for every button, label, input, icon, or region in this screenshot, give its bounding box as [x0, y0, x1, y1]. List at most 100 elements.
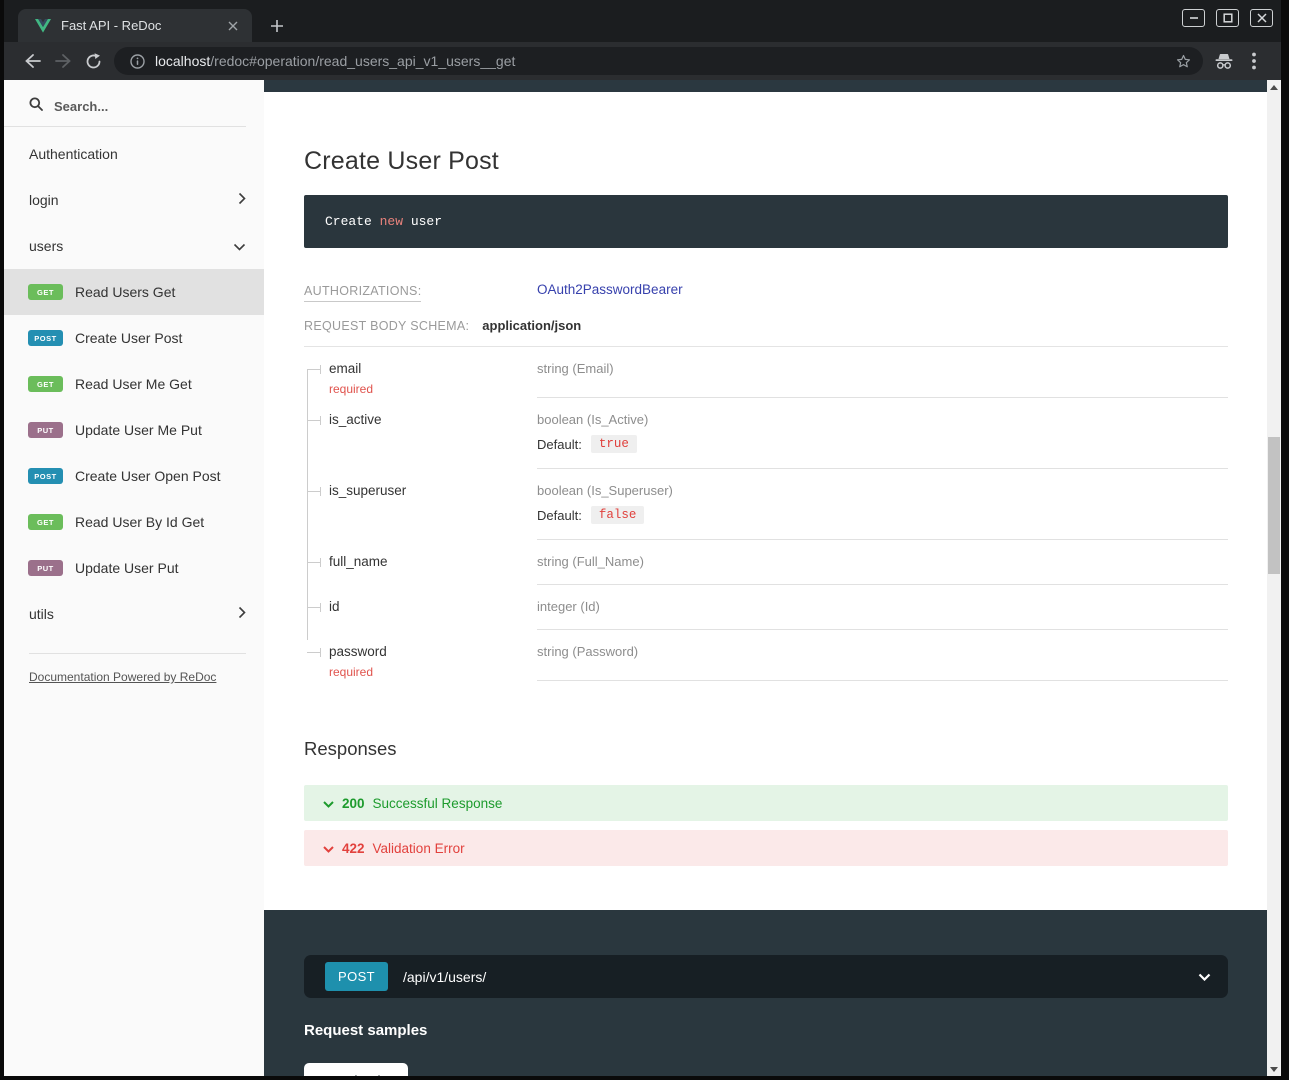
chevron-down-icon: [1198, 973, 1211, 981]
site-info-icon[interactable]: [126, 54, 148, 69]
sidebar-item-read-user-me-get[interactable]: GET Read User Me Get: [4, 361, 264, 407]
page-scrollbar[interactable]: [1267, 80, 1281, 1076]
operation-description-code: Create new user: [304, 195, 1228, 248]
oauth2-link[interactable]: OAuth2PasswordBearer: [537, 282, 1228, 297]
request-samples-title: Request samples: [304, 1022, 1228, 1039]
sidebar-item-label: Update User Put: [75, 560, 179, 576]
tree-branch-icon: [307, 562, 321, 563]
chevron-right-icon: [238, 606, 246, 622]
field-type: string (Full_Name): [537, 553, 1228, 569]
required-flag: required: [329, 381, 537, 398]
tab-close-icon[interactable]: [224, 17, 242, 35]
authorizations-row: AUTHORIZATIONS: OAuth2PasswordBearer: [304, 282, 1228, 302]
field-type: boolean (Is_Superuser): [537, 482, 1228, 498]
previous-section-dark-strip: [264, 80, 1267, 92]
search-icon: [29, 97, 43, 116]
sidebar-item-label: Read User Me Get: [75, 376, 192, 392]
sidebar-item-update-user-put[interactable]: PUT Update User Put: [4, 545, 264, 591]
sidebar-item-label: utils: [29, 606, 54, 622]
sidebar-item-label: Read User By Id Get: [75, 514, 204, 530]
schema-row-password: password required string (Password): [304, 630, 1228, 681]
default-label: Default:: [537, 437, 582, 452]
sidebar-item-label: login: [29, 192, 59, 208]
description-text: user: [403, 214, 442, 229]
tree-branch-icon: [307, 652, 321, 653]
sidebar-item-read-user-by-id-get[interactable]: GET Read User By Id Get: [4, 499, 264, 545]
field-name[interactable]: email required: [304, 360, 537, 398]
authorizations-label: AUTHORIZATIONS:: [304, 284, 421, 302]
method-badge-get: GET: [28, 284, 63, 300]
main-content: Create User Post Create new user AUTHORI…: [264, 80, 1267, 1076]
address-bar[interactable]: localhost/redoc#operation/read_users_api…: [114, 47, 1203, 75]
payload-tab[interactable]: Payload: [304, 1063, 408, 1076]
sidebar-item-users[interactable]: users: [4, 223, 264, 269]
sidebar-item-read-users-get[interactable]: GET Read Users Get: [4, 269, 264, 315]
field-type: string (Password): [537, 643, 1228, 659]
maximize-button[interactable]: [1216, 9, 1239, 27]
sidebar-item-update-user-me-put[interactable]: PUT Update User Me Put: [4, 407, 264, 453]
request-body-schema-row: REQUEST BODY SCHEMA: application/json: [304, 318, 1228, 347]
description-text: Create: [325, 214, 380, 229]
scrollbar-thumb[interactable]: [1268, 437, 1280, 574]
default-value: true: [591, 435, 637, 453]
minimize-button[interactable]: [1182, 9, 1205, 27]
tab-strip: Fast API - ReDoc: [4, 0, 1281, 42]
forward-button[interactable]: [48, 46, 78, 76]
tree-branch-icon: [307, 607, 321, 608]
schema-row-email: email required string (Email): [304, 347, 1228, 398]
reload-button[interactable]: [78, 46, 108, 76]
response-200-row[interactable]: 200 Successful Response: [304, 785, 1228, 821]
url-text: localhost/redoc#operation/read_users_api…: [155, 53, 1169, 69]
response-422-row[interactable]: 422 Validation Error: [304, 830, 1228, 866]
sidebar-item-label: Create User Open Post: [75, 468, 221, 484]
sidebar-item-utils[interactable]: utils: [4, 591, 264, 637]
incognito-icon: [1209, 46, 1239, 76]
sidebar-item-label: users: [29, 238, 63, 254]
browser-window: Fast API - ReDoc: [4, 0, 1281, 1076]
field-name[interactable]: is_superuser: [304, 482, 537, 540]
vue-favicon-icon: [35, 19, 51, 33]
tree-branch-icon: [307, 369, 321, 370]
response-code: 422: [342, 841, 365, 856]
default-label: Default:: [537, 508, 582, 523]
endpoint-path: /api/v1/users/: [403, 969, 1198, 985]
method-badge-post: POST: [28, 330, 63, 346]
scroll-up-arrow[interactable]: [1267, 80, 1281, 94]
endpoint-selector[interactable]: POST /api/v1/users/: [304, 955, 1228, 998]
field-name[interactable]: password required: [304, 643, 537, 681]
close-button[interactable]: [1250, 9, 1273, 27]
chevron-down-icon: [323, 841, 334, 856]
request-body-schema-value: application/json: [482, 318, 581, 333]
scroll-down-arrow[interactable]: [1267, 1062, 1281, 1076]
tree-branch-icon: [307, 491, 321, 492]
sidebar-item-label: Create User Post: [75, 330, 182, 346]
schema-row-full-name: full_name string (Full_Name): [304, 540, 1228, 585]
field-name[interactable]: id: [304, 598, 537, 630]
redoc-footer-link[interactable]: Documentation Powered by ReDoc: [29, 670, 216, 684]
request-body-schema-label: REQUEST BODY SCHEMA:: [304, 319, 469, 333]
browser-tab[interactable]: Fast API - ReDoc: [18, 9, 252, 42]
sidebar: Authentication login users GET Read User…: [4, 80, 264, 1076]
field-type: boolean (Is_Active): [537, 411, 1228, 427]
schema-row-is-superuser: is_superuser boolean (Is_Superuser) Defa…: [304, 469, 1228, 540]
field-type: integer (Id): [537, 598, 1228, 614]
search-input[interactable]: [52, 98, 212, 115]
field-type: string (Email): [537, 360, 1228, 376]
schema-table: email required string (Email) is_active …: [304, 347, 1228, 681]
search-box[interactable]: [4, 80, 246, 127]
sidebar-item-authentication[interactable]: Authentication: [4, 131, 264, 177]
browser-menu-icon[interactable]: [1239, 46, 1269, 76]
chevron-right-icon: [238, 192, 246, 208]
field-name[interactable]: full_name: [304, 553, 537, 585]
field-name[interactable]: is_active: [304, 411, 537, 469]
chevron-down-icon: [233, 238, 246, 254]
sidebar-item-login[interactable]: login: [4, 177, 264, 223]
default-value: false: [591, 506, 645, 524]
sidebar-item-create-user-post[interactable]: POST Create User Post: [4, 315, 264, 361]
chevron-down-icon: [323, 796, 334, 811]
new-tab-button[interactable]: [266, 15, 288, 37]
bookmark-star-icon[interactable]: [1169, 53, 1197, 70]
back-button[interactable]: [18, 46, 48, 76]
sidebar-item-create-user-open-post[interactable]: POST Create User Open Post: [4, 453, 264, 499]
required-flag: required: [329, 664, 537, 681]
